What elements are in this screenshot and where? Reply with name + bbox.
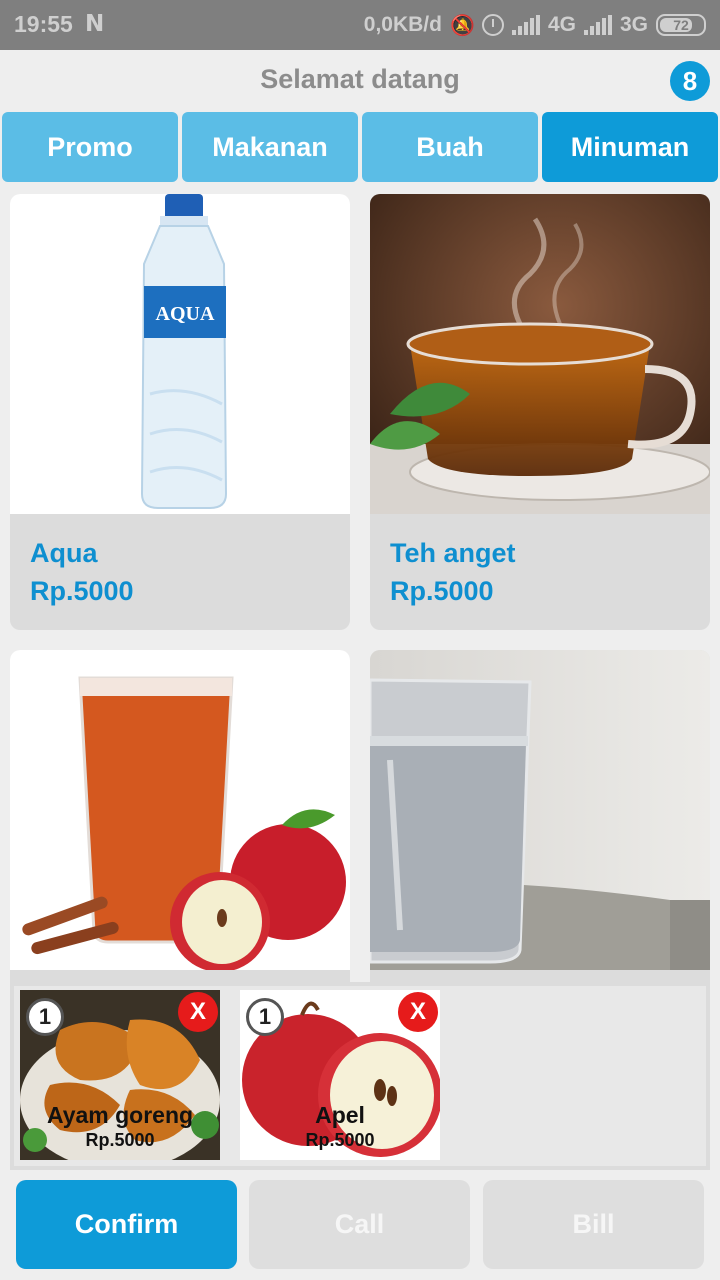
product-name: Aqua [30,538,98,568]
cart-item-price: Rp.5000 [85,1130,155,1150]
cart-tray: 1 X Ayam goreng Rp.5000 1 X Apel Rp.5000 [10,982,710,1170]
battery-level: 72 [673,17,689,33]
product-price: Rp.5000 [30,576,134,606]
silent-bell-icon: 🔕 [449,13,475,37]
tab-minuman[interactable]: Minuman [542,112,718,182]
battery-icon: 72 [656,14,706,36]
network-speed: 0,0KB/d [363,13,442,36]
cart-item-price: Rp.5000 [305,1130,375,1150]
network-type-1: 4G [547,13,576,36]
tab-promo[interactable]: Promo [2,112,178,182]
cart-item-name: Apel [315,1102,365,1128]
signal-icon [511,15,540,35]
remove-item-button[interactable]: X [178,992,218,1032]
category-tabs: Promo Makanan Buah Minuman [2,112,718,182]
status-time: 19:55 [14,11,73,37]
cart-count-badge[interactable]: 8 [670,61,710,101]
network-type-2: 3G [619,13,648,36]
product-card-teh-anget[interactable]: Teh anget Rp.5000 [370,194,710,630]
svg-text:AQUA: AQUA [156,303,215,325]
glass-of-water-image [370,650,710,970]
signal-icon-2 [583,15,612,35]
bill-button[interactable]: Bill [483,1180,704,1269]
product-grid: AQUA Aqua Rp.5000 Teh anget Rp.5000 [10,194,710,984]
product-card-apple-juice[interactable] [10,650,350,984]
tea-cup-image [370,194,710,514]
call-button[interactable]: Call [249,1180,470,1269]
notification-icon: N [85,11,105,37]
water-bottle-image: AQUA [10,194,350,514]
tab-buah[interactable]: Buah [362,112,538,182]
page-title: Selamat datang [260,64,460,94]
alarm-icon [481,14,504,36]
cart-item-name: Ayam goreng [46,1102,194,1128]
product-card-aqua[interactable]: AQUA Aqua Rp.5000 [10,194,350,630]
product-name: Teh anget [390,538,516,568]
product-price: Rp.5000 [390,576,494,606]
tab-makanan[interactable]: Makanan [182,112,358,182]
status-bar: 19:55 N 0,0KB/d 🔕 4G 3G 72 [0,0,720,50]
product-card-water[interactable] [370,650,710,984]
quantity-badge: 1 [246,998,284,1036]
remove-item-button[interactable]: X [398,992,438,1032]
quantity-badge: 1 [26,998,64,1036]
apple-juice-image [10,650,350,970]
cart-item-apel[interactable]: 1 X Apel Rp.5000 [240,990,440,1160]
confirm-button[interactable]: Confirm [16,1180,237,1269]
cart-item-ayam-goreng[interactable]: 1 X Ayam goreng Rp.5000 [20,990,220,1160]
status-right: 0,0KB/d 🔕 4G 3G 72 [364,10,706,40]
app-header: Selamat datang 8 [0,50,720,112]
